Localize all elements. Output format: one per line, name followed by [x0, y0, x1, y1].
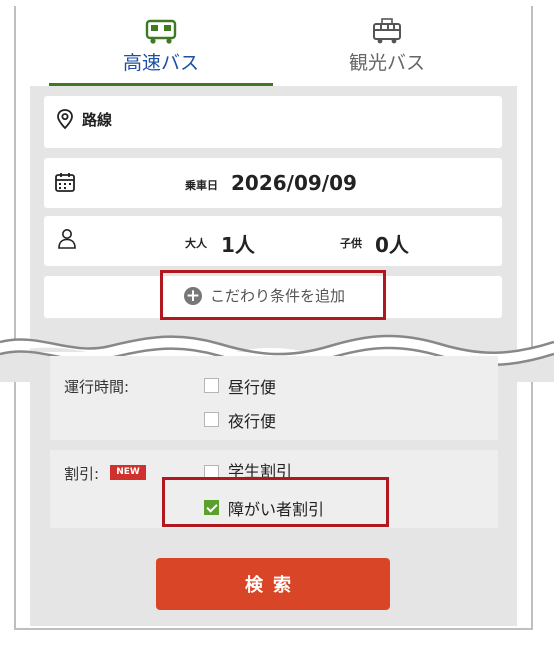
passengers-field[interactable]: 大人 1人 子供 0人 — [44, 216, 502, 266]
person-icon — [58, 229, 76, 249]
route-label: 路線 — [82, 111, 113, 129]
child-label: 子供 — [340, 237, 362, 250]
new-badge: NEW — [110, 465, 146, 480]
tab-express-bus[interactable]: 高速バス — [49, 10, 273, 86]
checkbox-overnight[interactable] — [204, 412, 219, 427]
tab-bar: 高速バス 観光バス — [49, 10, 499, 86]
tab-express-bus-label: 高速バス — [122, 52, 199, 74]
search-button[interactable]: 検索 — [156, 558, 390, 610]
location-pin-icon — [57, 109, 73, 130]
tab-tour-bus-label: 観光バス — [348, 52, 425, 74]
operating-time-label: 運行時間: — [64, 378, 130, 396]
date-value: 2026/09/09 — [231, 171, 357, 195]
date-field[interactable]: 乗車日 2026/09/09 — [44, 158, 502, 208]
date-prefix: 乗車日 — [185, 179, 218, 192]
calendar-icon — [55, 173, 75, 192]
highlight-box-disability-discount — [162, 477, 389, 527]
tab-tour-bus[interactable]: 観光バス — [275, 10, 499, 86]
checkbox-daytime-label[interactable]: 昼行便 — [228, 374, 276, 398]
child-count: 0人 — [375, 233, 409, 257]
checkbox-overnight-label[interactable]: 夜行便 — [228, 408, 276, 432]
route-field[interactable]: 路線 — [44, 96, 502, 148]
highlight-box-add-conditions — [160, 270, 386, 320]
tour-bus-icon — [373, 18, 401, 44]
bus-icon — [145, 19, 177, 44]
discount-label: 割引: — [64, 465, 100, 483]
adult-count: 1人 — [221, 233, 255, 257]
checkbox-daytime[interactable] — [204, 378, 219, 393]
adult-label: 大人 — [185, 237, 207, 250]
